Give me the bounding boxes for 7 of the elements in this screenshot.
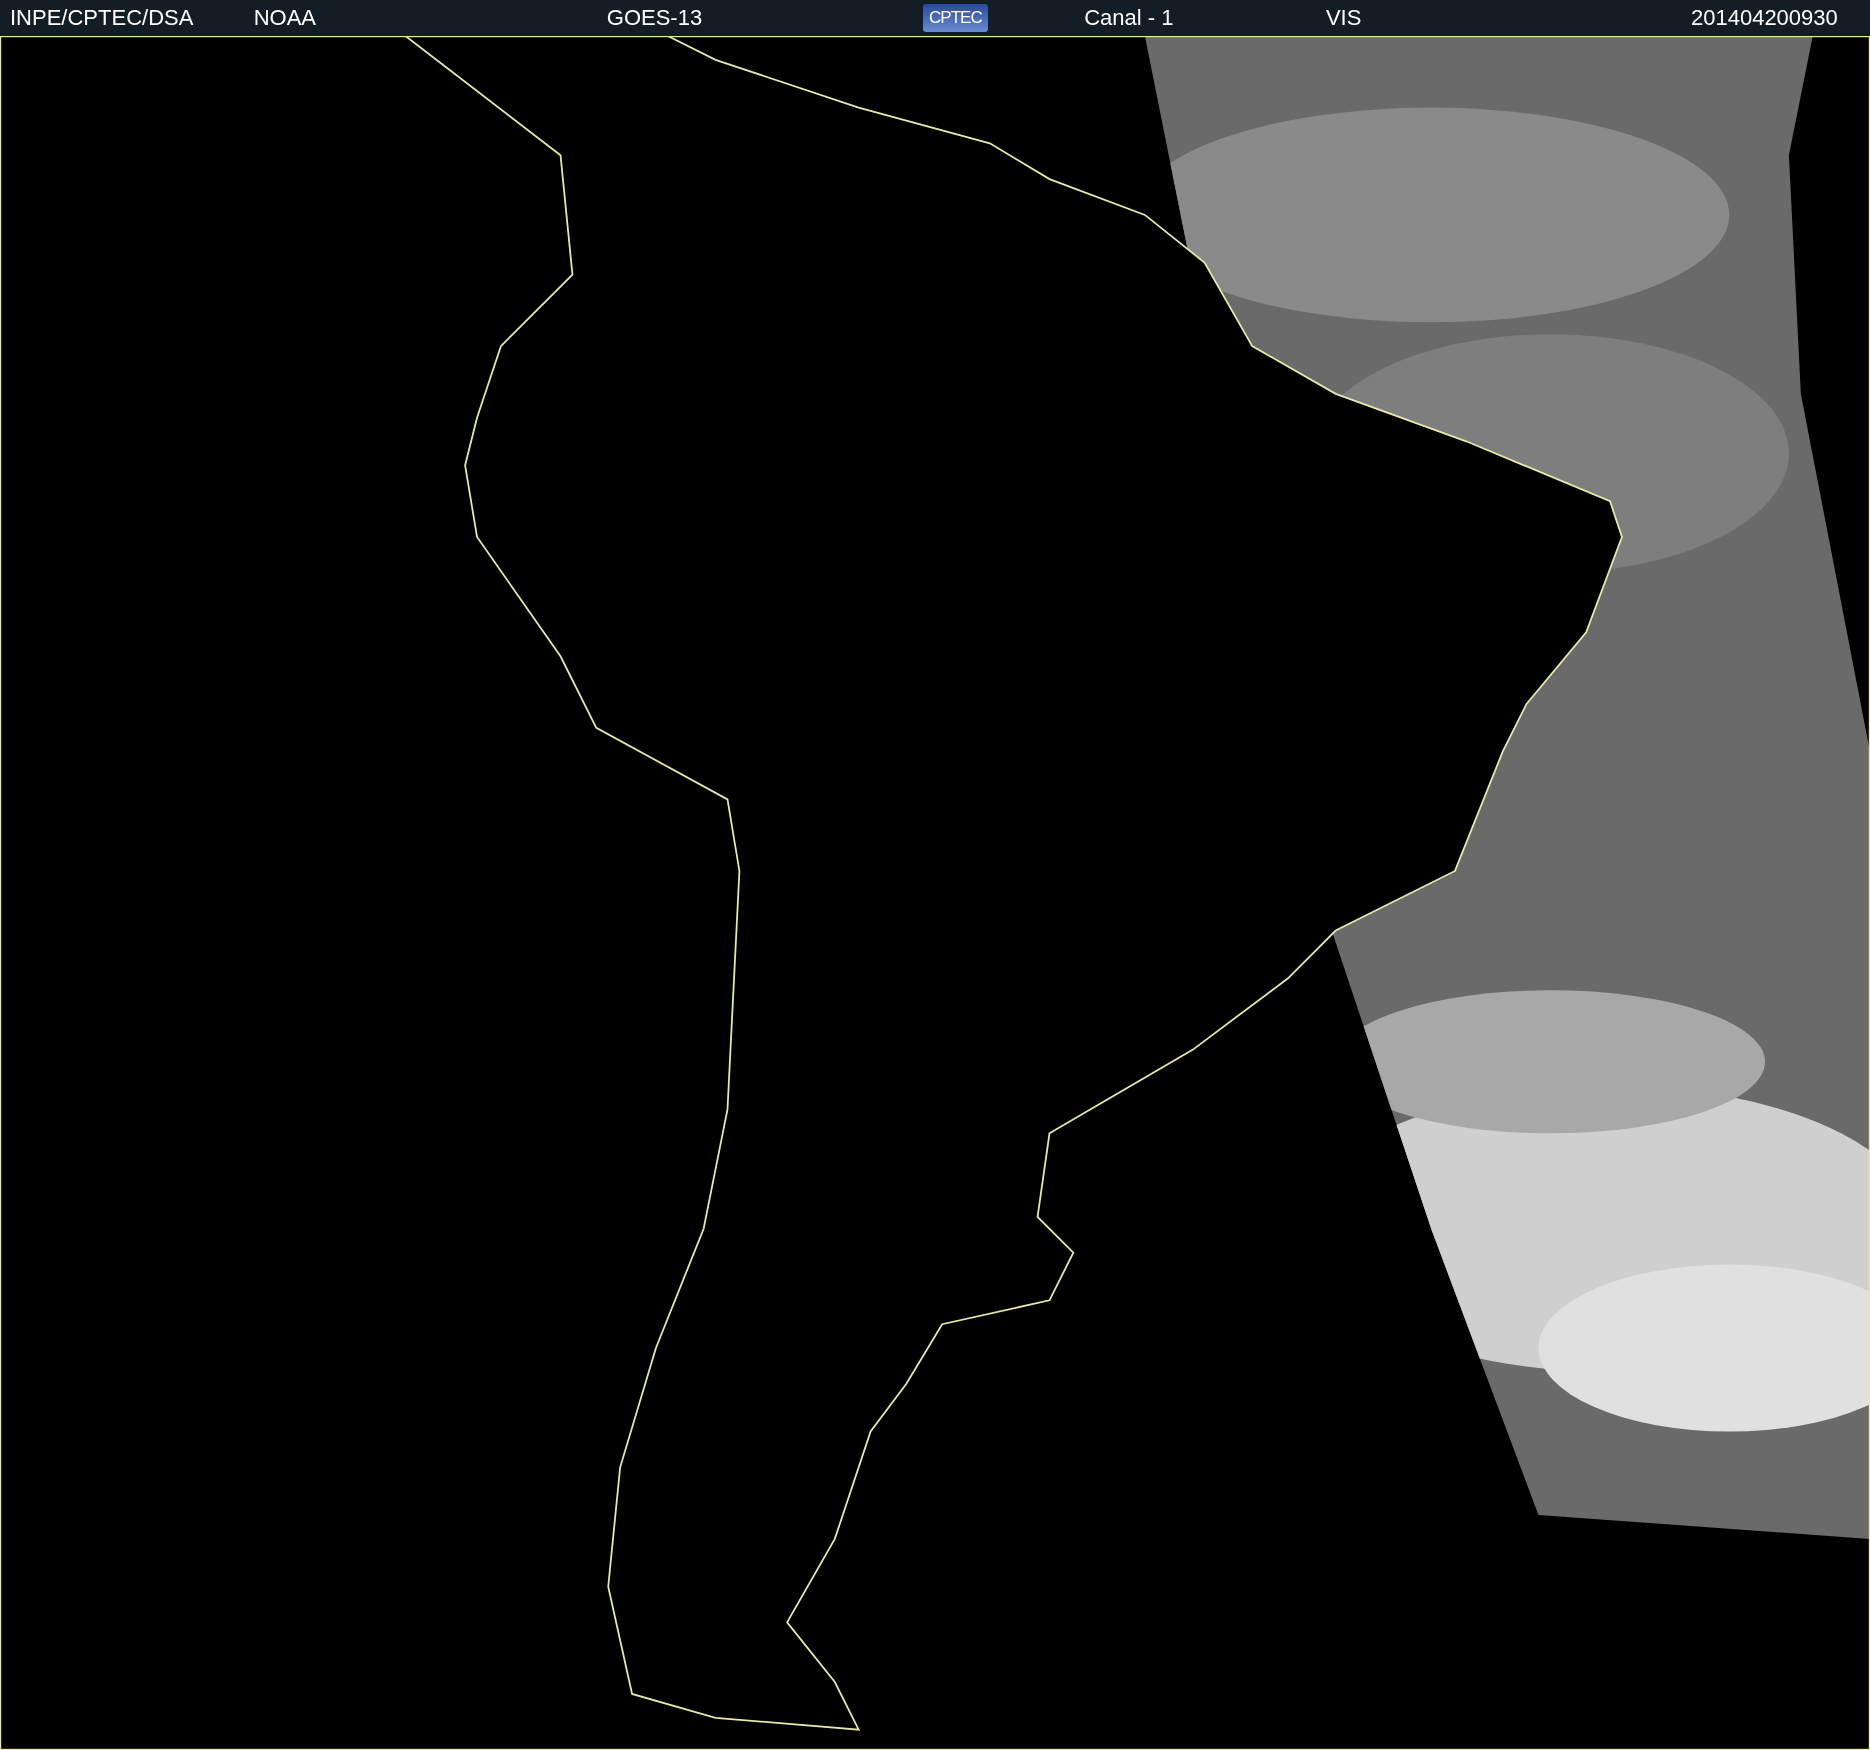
header-label: NOAA (253, 5, 317, 31)
header-label: Canal - 1 (1084, 5, 1174, 31)
header-label: 201404200930 (1690, 5, 1838, 31)
header-label: GOES-13 (606, 5, 703, 31)
header-label: VIS (1325, 5, 1362, 31)
header-label: INPE/CPTEC/DSA (10, 5, 194, 31)
logo: CPTEC (923, 4, 988, 32)
